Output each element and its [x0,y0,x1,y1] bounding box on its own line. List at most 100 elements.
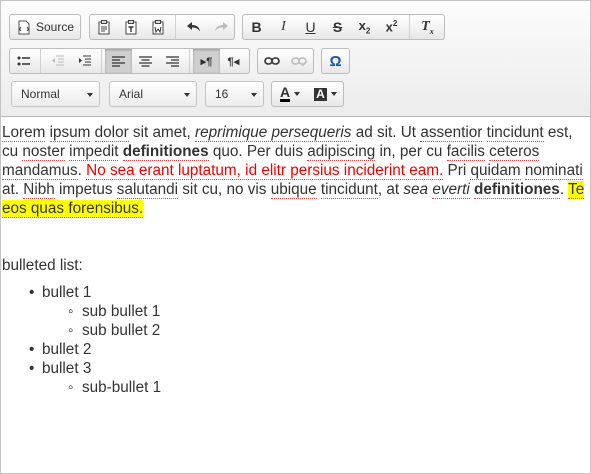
font-size-value: 16 [215,87,229,101]
remove-format-button[interactable]: Tx [414,15,441,39]
list-item: sub bullet 1 [2,302,587,321]
paste-word-button[interactable] [144,15,171,39]
remove-format-icon: Tx [421,18,434,36]
font-size-combo[interactable]: 16 [205,81,264,107]
align-left-icon [112,55,125,67]
font-combo[interactable]: Arial [109,81,197,107]
basicstyles-group: B I U S x2 x2 Tx [242,14,445,40]
subscript-icon: x2 [358,18,371,36]
list-item-label: bullet 3 [42,360,92,377]
background-color-button[interactable]: A [308,82,343,106]
text-run [45,124,49,141]
text-run: Nibh [23,181,55,199]
superscript-icon: x2 [385,19,398,35]
text-run: ubique [270,181,317,199]
text-run: quo. Per duis [208,143,308,160]
redo-icon [214,22,228,32]
editor-toolbar: Source B I U S x2 x2 Tx ▸¶ ¶◂ Ω Normal A… [1,1,590,117]
text-run: mandamus [2,162,78,180]
rich-text-editor: Source B I U S x2 x2 Tx ▸¶ ¶◂ Ω Normal A… [0,0,591,474]
bold-button[interactable]: B [243,15,270,39]
text-run: impetus [54,181,117,198]
text-direction-rtl-button[interactable]: ¶◂ [220,49,247,73]
special-char-button[interactable]: Ω [322,49,349,73]
unlink-button[interactable] [285,49,312,73]
sub-list: sub bullet 1 sub bullet 2 [42,302,587,340]
indent-icon [78,55,91,66]
source-icon [18,20,30,34]
text-run [482,124,486,141]
align-right-button[interactable] [159,49,186,73]
bulleted-list-button[interactable] [10,49,37,73]
text-run: , at [377,181,404,198]
format-combo[interactable]: Normal [11,81,100,107]
text-run: noster [22,143,65,161]
text-run: in, per cu [375,143,447,160]
paste-text-button[interactable] [117,15,144,39]
toolbar-separator [101,49,102,73]
toolbar-separator [175,15,176,39]
chevron-down-icon [87,93,93,97]
text-run: sit cu, no vis [178,181,271,198]
list-item: sub-bullet 1 [2,378,587,397]
paste-word-icon [152,19,163,34]
list-item: sub bullet 2 [2,321,587,340]
undo-button[interactable] [180,15,207,39]
bold-icon: B [251,19,262,35]
link-button[interactable] [258,49,285,73]
indent-button[interactable] [71,49,98,73]
text-run: assentior [420,124,483,142]
text-run: tincidunt [320,181,378,199]
chevron-down-icon [294,92,301,96]
text-run: ad sit. Ut [351,124,421,141]
chevron-down-icon [251,93,257,97]
text-direction-ltr-button[interactable]: ▸¶ [193,49,220,73]
bold-text: definitiones [473,181,560,199]
paste-text-icon [125,19,136,34]
list-heading: bulleted list: [2,257,83,274]
superscript-button[interactable]: x2 [378,15,405,39]
undo-icon [186,22,200,32]
toolbar-separator [40,49,41,73]
text-run: ipsum [49,124,91,142]
text-color-icon: A [279,84,291,102]
align-left-button[interactable] [105,49,132,73]
links-group [257,48,314,74]
underline-button[interactable]: U [297,15,324,39]
strikethrough-button[interactable]: S [324,15,351,39]
list-item: bullet 3 sub-bullet 1 [2,359,587,397]
toolbar-separator [189,49,190,73]
list-item-label: bullet 2 [42,341,92,358]
text-run: . [559,181,569,198]
paste-icon [98,19,109,34]
insert-group: Ω [321,48,350,74]
italic-text: everti [432,181,470,199]
red-text: No sea erant luptatum, id elitr persius … [86,162,444,180]
toolbar-separator [409,15,410,39]
font-value: Arial [119,87,144,101]
underline-icon: U [305,19,316,35]
text-direction-ltr-icon: ▸¶ [200,55,213,68]
italic-button[interactable]: I [270,15,297,39]
source-label: Source [36,20,75,34]
paragraph-group: ▸¶ ¶◂ [9,48,250,74]
outdent-button[interactable] [44,49,71,73]
outdent-icon [51,55,64,66]
editor-content[interactable]: Lorem ipsum dolor sit amet, reprimique p… [2,123,587,397]
align-center-button[interactable] [132,49,159,73]
special-char-icon: Ω [329,52,342,70]
redo-button[interactable] [207,15,234,39]
text-run: sit amet, [128,124,195,141]
subscript-button[interactable]: x2 [351,15,378,39]
source-button[interactable]: Source [10,15,80,39]
unlink-icon [290,57,307,67]
clipboard-group [89,14,235,40]
text-run: adipiscing [307,143,376,161]
source-group: Source [9,14,81,40]
text-color-button[interactable]: A [272,82,308,106]
link-icon [263,57,280,65]
paste-button[interactable] [90,15,117,39]
text-run: Pri [443,162,471,179]
align-right-icon [166,55,179,67]
bulleted-list: bullet 1 sub bullet 1 sub bullet 2 bulle… [2,283,587,397]
